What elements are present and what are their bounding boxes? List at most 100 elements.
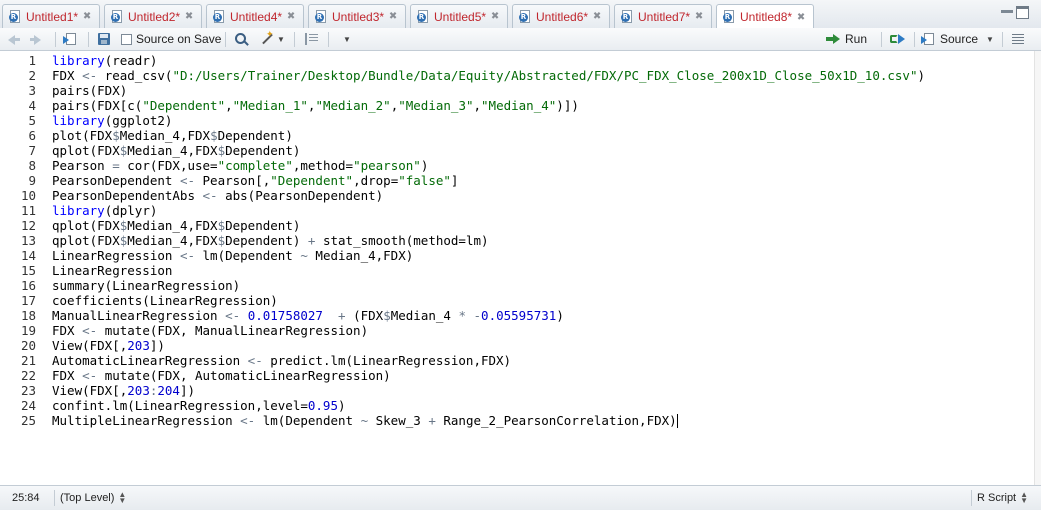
close-tab-icon[interactable]: ✖ (82, 11, 92, 22)
file-type-selector[interactable]: R Script ▲ ▼ (977, 486, 1028, 510)
toolbar-divider (881, 32, 882, 47)
code-line[interactable]: library(dplyr) (52, 203, 157, 218)
forward-arrow-icon (30, 33, 44, 45)
code-token: Range_2_PearsonCorrelation,FDX) (435, 413, 677, 428)
code-token: Median_4 (390, 308, 459, 323)
code-token: library (52, 203, 105, 218)
line-number: 7 (28, 143, 36, 158)
code-token: ] (450, 173, 459, 188)
code-token: Dependent) (225, 143, 301, 158)
toolbar-divider (55, 32, 56, 47)
code-line[interactable]: summary(LinearRegression) (52, 278, 240, 293)
code-line[interactable]: View(FDX[,203]) (52, 338, 165, 353)
r-script-file-icon: R (111, 9, 124, 24)
code-token: "Median_2" (315, 98, 391, 113)
code-token: qplot(FDX (52, 233, 120, 248)
line-number: 5 (28, 113, 36, 128)
editor-tab[interactable]: R Untitled5* ✖ (410, 4, 508, 28)
back-arrow-icon (8, 33, 22, 45)
close-tab-icon[interactable]: ✖ (184, 11, 194, 22)
code-tools-button[interactable]: ▼ (260, 28, 285, 50)
editor-tab[interactable]: R Untitled6* ✖ (512, 4, 610, 28)
code-line[interactable]: View(FDX[,203:204]) (52, 383, 195, 398)
maximize-pane-icon[interactable] (1016, 6, 1029, 19)
close-tab-icon[interactable]: ✖ (490, 11, 500, 22)
show-in-window-button[interactable] (63, 28, 77, 50)
line-number: 20 (20, 338, 36, 353)
code-token: ,drop= (353, 173, 399, 188)
code-line[interactable]: FDX <- mutate(FDX, AutomaticLinearRegres… (52, 368, 391, 383)
line-number: 15 (20, 263, 36, 278)
code-line[interactable]: library(ggplot2) (52, 113, 172, 128)
editor-tab[interactable]: R Untitled2* ✖ (104, 4, 202, 28)
close-tab-icon[interactable]: ✖ (796, 12, 806, 23)
find-replace-button[interactable] (235, 28, 248, 50)
vertical-scrollbar[interactable] (1034, 51, 1041, 485)
editor-tab-bar: R Untitled1* ✖ R Untitled2* ✖ R Untitled4* ✖ R Unt… (0, 0, 1041, 29)
line-number: 4 (28, 98, 36, 113)
status-divider (54, 490, 55, 506)
code-line[interactable]: PearsonDependentAbs <- abs(PearsonDepend… (52, 188, 383, 203)
editor-tab[interactable]: R Untitled7* ✖ (614, 4, 712, 28)
close-tab-icon[interactable]: ✖ (388, 11, 398, 22)
code-line[interactable]: FDX <- mutate(FDX, ManualLinearRegressio… (52, 323, 368, 338)
editor-tab[interactable]: R Untitled4* ✖ (206, 4, 304, 28)
scope-label: (Top Level) (60, 492, 115, 504)
code-token: "Median_3" (398, 98, 474, 113)
code-line[interactable]: AutomaticLinearRegression <- predict.lm(… (52, 353, 511, 368)
close-tab-icon[interactable]: ✖ (694, 11, 704, 22)
code-token: FDX (52, 323, 83, 338)
code-token: cor(FDX,use= (119, 158, 218, 173)
document-outline-button[interactable] (1012, 28, 1024, 50)
code-token: library (52, 53, 105, 68)
code-line[interactable]: qplot(FDX$Median_4,FDX$Dependent) (52, 218, 300, 233)
source-on-save-checkbox[interactable] (121, 33, 132, 45)
code-line[interactable]: LinearRegression (52, 263, 172, 278)
code-text-area[interactable]: library(readr) FDX <- read_csv("D:/Users/… (40, 51, 1035, 485)
code-line[interactable]: LinearRegression <- lm(Dependent ~ Media… (52, 248, 413, 263)
toolbar-divider (914, 32, 915, 47)
scope-selector[interactable]: (Top Level) ▲ ▼ (60, 486, 126, 510)
code-token: MultipleLinearRegression (52, 413, 241, 428)
editor-tab[interactable]: R Untitled8* ✖ (716, 4, 814, 29)
forward-button[interactable] (30, 28, 44, 50)
code-line[interactable]: qplot(FDX$Median_4,FDX$Dependent) (52, 143, 300, 158)
code-line[interactable]: library(readr) (52, 53, 157, 68)
close-tab-icon[interactable]: ✖ (286, 11, 296, 22)
code-line[interactable]: ManualLinearRegression <- 0.01758027 + (… (52, 308, 564, 323)
updown-chevron-icon: ▲ ▼ (118, 490, 127, 505)
toolbar-divider (88, 32, 89, 47)
rerun-button[interactable] (890, 28, 906, 50)
editor-tab[interactable]: R Untitled1* ✖ (2, 4, 100, 28)
run-button[interactable]: Run (826, 28, 867, 50)
code-line[interactable]: Pearson = cor(FDX,use="complete",method=… (52, 158, 428, 173)
minimize-pane-icon[interactable] (1001, 10, 1013, 13)
compile-report-button[interactable] (305, 28, 319, 50)
tab-label: Untitled1* (26, 9, 79, 24)
editor-tab[interactable]: R Untitled3* ✖ (308, 4, 406, 28)
more-options-button[interactable]: ▼ (340, 28, 351, 50)
source-on-save-toggle[interactable]: Source on Save (121, 28, 221, 50)
code-token: Skew_3 (368, 413, 429, 428)
code-token: pairs(FDX) (52, 83, 128, 98)
code-line[interactable]: plot(FDX$Median_4,FDX$Dependent) (52, 128, 293, 143)
code-line[interactable]: pairs(FDX) (52, 83, 127, 98)
source-button[interactable]: Source ▼ (921, 28, 994, 50)
code-line[interactable]: confint.lm(LinearRegression,level=0.95) (52, 398, 346, 413)
code-token: LinearRegression (52, 263, 173, 278)
code-token: View(FDX[, (52, 338, 128, 353)
code-token: coefficients(LinearRegression) (52, 293, 278, 308)
code-line[interactable]: qplot(FDX$Median_4,FDX$Dependent) + stat… (52, 233, 489, 248)
back-button[interactable] (8, 28, 22, 50)
code-line[interactable]: pairs(FDX[c("Dependent","Median_1","Medi… (52, 98, 579, 113)
close-tab-icon[interactable]: ✖ (592, 11, 602, 22)
text-cursor (676, 414, 678, 428)
save-button[interactable] (98, 28, 110, 50)
code-line[interactable]: coefficients(LinearRegression) (52, 293, 278, 308)
code-editor[interactable]: 1 2 3 4 5 6 7 8 9 10 11 12 13 14 15 16 17 18 19 20 21 22 23 24 2… (0, 51, 1041, 485)
code-line[interactable]: PearsonDependent <- Pearson[,"Dependent"… (52, 173, 458, 188)
code-token: <- (179, 248, 195, 263)
toolbar-divider (294, 32, 295, 47)
code-line[interactable]: FDX <- read_csv("D:/Users/Trainer/Deskto… (52, 68, 925, 83)
code-line[interactable]: MultipleLinearRegression <- lm(Dependent… (52, 413, 677, 428)
